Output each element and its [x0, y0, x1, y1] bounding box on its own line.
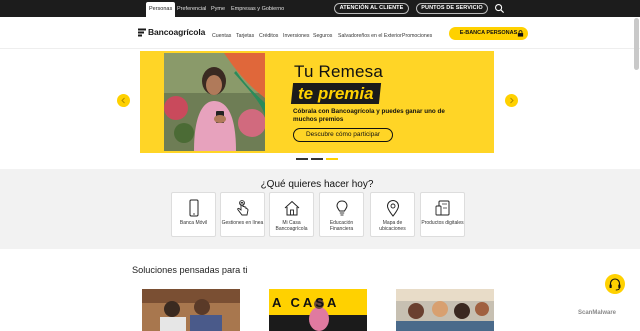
quick-card-productos[interactable]: Productos digitales [420, 192, 465, 237]
service-points-button[interactable]: PUNTOS DE SERVICIO [416, 3, 488, 14]
chevron-right-icon [510, 97, 514, 104]
quick-actions-section: ¿Qué quieres hacer hoy? Banca Móvil Gest… [0, 169, 640, 249]
hero-highlight: te premia [290, 83, 381, 104]
hero-banner: Tu Remesa te premia Cóbrala con Bancoagr… [140, 51, 494, 153]
logo-text: Bancoagrícola [148, 27, 206, 37]
quick-card-gestiones[interactable]: Gestiones en línea [220, 192, 265, 237]
nav-salvadorenos[interactable]: Salvadoreños en el Exterior [338, 32, 402, 40]
solution-card-image-1[interactable] [142, 289, 240, 331]
carousel-dot-2[interactable] [311, 158, 323, 160]
scrollbar-thumb[interactable] [634, 18, 639, 70]
ebanca-button[interactable]: E-BANCA PERSONAS [449, 27, 528, 40]
customer-service-button[interactable]: ATENCIÓN AL CLIENTE [334, 3, 409, 14]
lock-icon [517, 30, 524, 37]
main-header: Bancoagrícola Cuentas Tarjetas Créditos … [0, 17, 640, 49]
quick-card-mapa[interactable]: Mapa de ubicaciones [370, 192, 415, 237]
nav-promociones[interactable]: Promociones [402, 32, 432, 40]
nav-tarjetas[interactable]: Tarjetas [236, 32, 254, 40]
promo-text: A CASA [272, 295, 340, 310]
carousel-next-button[interactable] [505, 94, 518, 107]
house-icon [284, 200, 300, 216]
ebanca-label: E-BANCA PERSONAS [459, 30, 518, 36]
watermark-text: ScanMalware [578, 310, 617, 316]
quick-card-mi-casa[interactable]: Mi Casa Bancoagrícola [269, 192, 314, 237]
support-chat-button[interactable] [605, 274, 625, 294]
hero-title: Tu Remesa [294, 62, 384, 81]
quick-card-label: Mi Casa Bancoagrícola [275, 220, 308, 232]
tap-hand-icon [237, 200, 249, 216]
friends-selfie-image [396, 289, 494, 331]
nav-inversiones[interactable]: Inversiones [283, 32, 310, 40]
headset-icon [609, 278, 621, 291]
search-icon[interactable] [494, 3, 505, 14]
hero-cta-button[interactable]: Descubre cómo participar [293, 128, 393, 142]
hero-description: Cóbrala con Bancoagrícola y puedes ganar… [293, 108, 445, 123]
quick-card-banca-movil[interactable]: Banca Móvil [171, 192, 216, 237]
solution-card-image-2[interactable]: A CASA [269, 289, 367, 331]
carousel-dot-3[interactable] [326, 158, 338, 160]
phone-icon [189, 199, 199, 217]
nav-cuentas[interactable]: Cuentas [212, 32, 231, 40]
woman-with-phone-image [164, 53, 265, 151]
segment-empresas[interactable]: Empresas y Gobierno [228, 3, 287, 15]
solutions-title: Soluciones pensadas para ti [132, 265, 248, 275]
watermark: ScanMalware [578, 310, 616, 316]
couple-laptop-image [142, 289, 240, 331]
quick-card-educacion[interactable]: Educación Financiera [319, 192, 364, 237]
quick-card-label: Productos digitales [421, 220, 464, 226]
quick-actions-title: ¿Qué quieres hacer hoy? [260, 179, 374, 190]
chevron-left-icon [121, 97, 125, 104]
top-bar: Personas Preferencial Pyme Empresas y Go… [0, 0, 640, 17]
segment-personas[interactable]: Personas [146, 2, 176, 17]
hero-highlight-text: te premia [298, 84, 374, 103]
quick-card-label: Educación Financiera [329, 220, 354, 232]
devices-icon [435, 200, 450, 216]
quick-card-label: Mapa de ubicaciones [379, 220, 406, 232]
page: Personas Preferencial Pyme Empresas y Go… [0, 0, 640, 331]
logo-mark-icon [138, 28, 146, 36]
carousel-dot-1[interactable] [296, 158, 308, 160]
quick-card-label: Gestiones en línea [221, 220, 264, 226]
segment-pyme[interactable]: Pyme [208, 3, 228, 15]
nav-seguros[interactable]: Seguros [313, 32, 332, 40]
carousel-prev-button[interactable] [117, 94, 130, 107]
nav-creditos[interactable]: Créditos [259, 32, 278, 40]
hero-photo [164, 53, 265, 151]
location-pin-icon [386, 200, 400, 217]
bank-logo[interactable]: Bancoagrícola [138, 26, 205, 38]
segment-preferencial[interactable]: Preferencial [174, 3, 209, 15]
quick-card-label: Banca Móvil [179, 220, 208, 226]
solution-card-image-3[interactable] [396, 289, 494, 331]
lightbulb-icon [336, 200, 348, 216]
